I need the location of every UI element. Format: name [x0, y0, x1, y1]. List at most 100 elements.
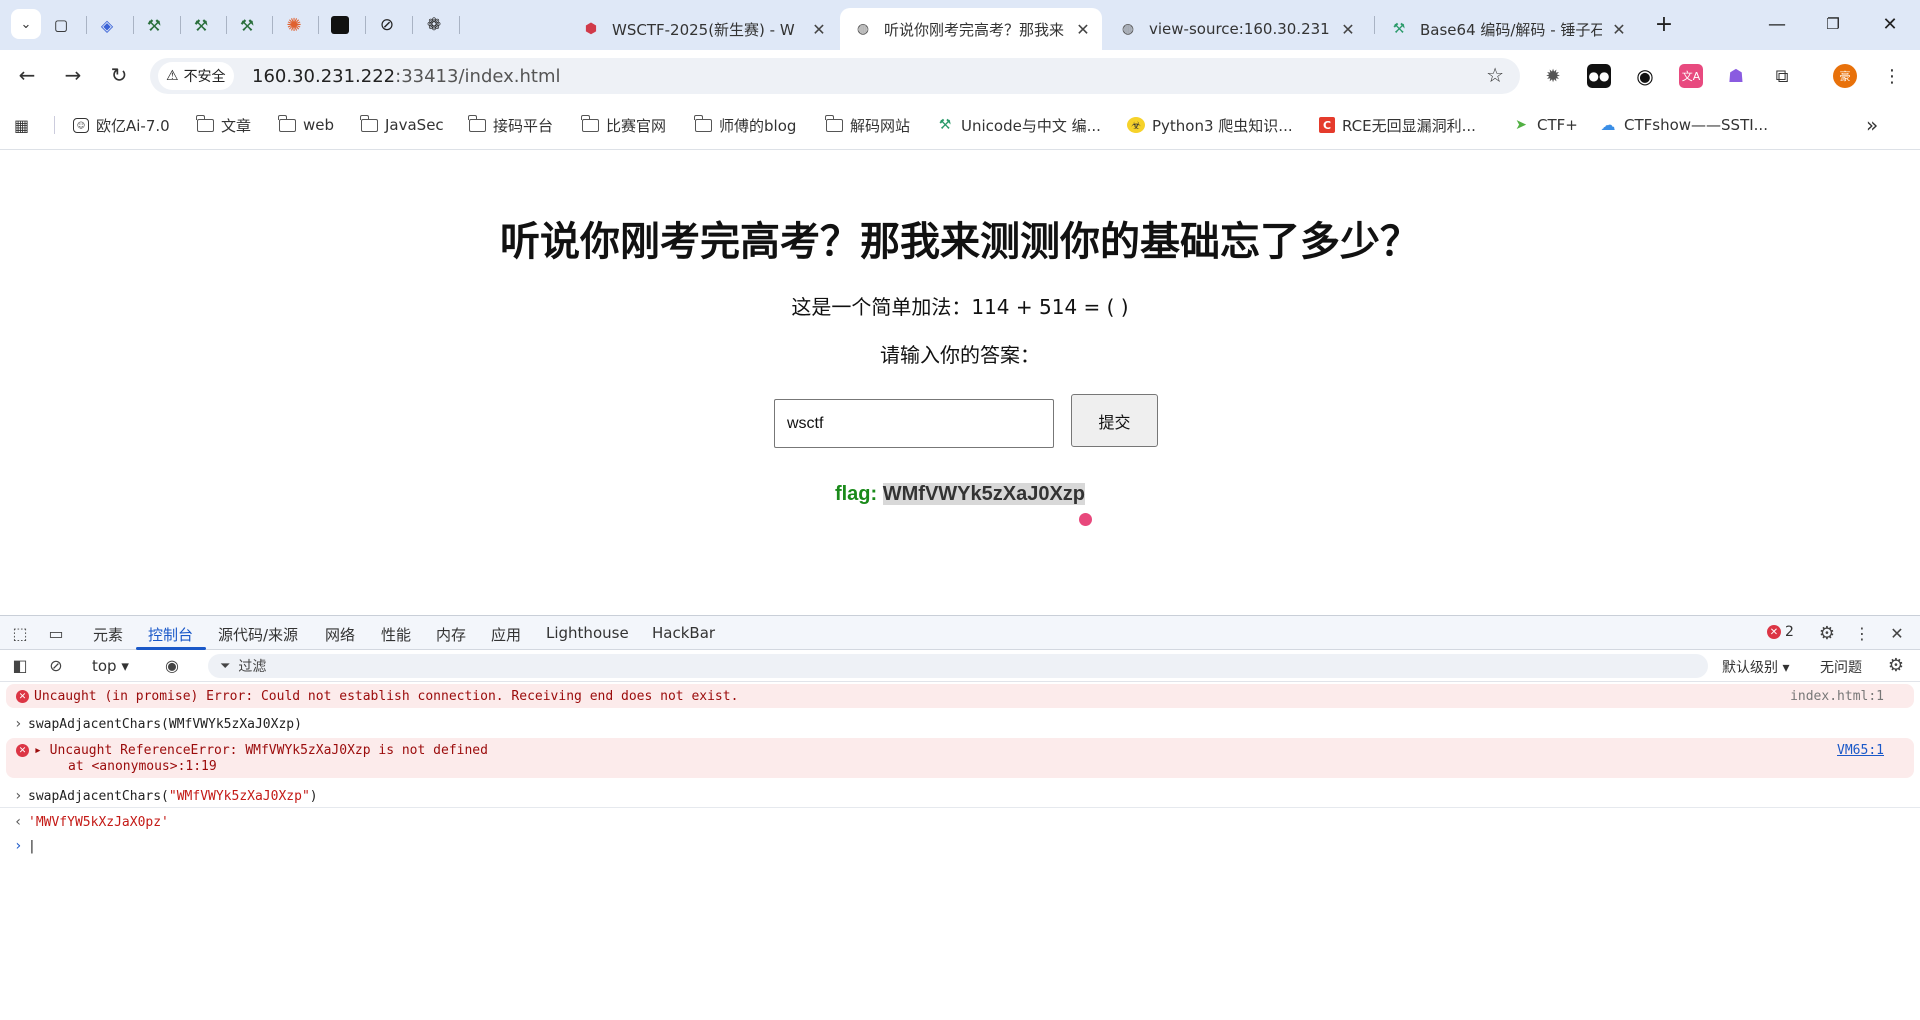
bookmark-item[interactable]: ⚒ Unicode与中文 编... — [936, 114, 1101, 136]
restore-button[interactable]: ❐ — [1813, 10, 1853, 38]
address-bar[interactable]: ⚠ 不安全 160.30.231.222:33413/index.html ☆ — [150, 58, 1520, 94]
close-icon[interactable]: ✕ — [1339, 20, 1357, 39]
tab-view-source[interactable]: ◍ view-source:160.30.231.2 ✕ — [1105, 8, 1367, 50]
pinned-tab-4[interactable]: ⚒ — [182, 9, 220, 41]
hammer-icon: ⚒ — [938, 117, 952, 133]
panda-extension-icon[interactable]: ●● — [1587, 64, 1611, 88]
eye-icon[interactable]: ◉ — [160, 654, 184, 676]
bookmark-item[interactable]: ☁ CTFshow——SSTI... — [1599, 114, 1768, 136]
bookmark-item[interactable]: ➤ CTF+ — [1512, 114, 1578, 136]
translate-extension-icon[interactable]: 文A — [1679, 64, 1703, 88]
bookmark-folder[interactable]: JavaSec — [359, 114, 444, 136]
console-filter-input[interactable]: ⏷ 过滤 — [208, 654, 1708, 678]
inspect-element-icon[interactable]: ⬚ — [8, 622, 32, 644]
devtools-tab-elements[interactable]: 元素 — [93, 624, 123, 645]
chevron-down-icon: ⌄ — [20, 16, 32, 32]
close-icon[interactable]: ✕ — [1074, 20, 1092, 39]
pinned-tab-9[interactable]: ❁ — [415, 9, 453, 41]
back-button[interactable]: ← — [12, 60, 42, 90]
more-vert-icon[interactable]: ⋮ — [1880, 64, 1904, 88]
page-content: 听说你刚考完高考？那我来测测你的基础忘了多少？ 这是一个简单加法：114 + 5… — [0, 151, 1920, 615]
devtools-tab-sources[interactable]: 源代码/来源 — [218, 624, 298, 645]
pinned-tab-2[interactable]: ◈ — [88, 9, 126, 41]
bookmark-folder[interactable]: 接码平台 — [467, 114, 553, 136]
pinned-tab-8[interactable]: ⊘ — [368, 9, 406, 41]
issues-indicator[interactable]: 无问题 — [1820, 657, 1862, 677]
filter-icon: ⏷ — [220, 658, 231, 674]
devtools-tab-performance[interactable]: 性能 — [381, 624, 411, 645]
console-settings-icon[interactable]: ⚙ — [1884, 654, 1908, 676]
more-vert-icon[interactable]: ⋮ — [1850, 622, 1874, 644]
console-stack-line: at <anonymous>:1:19 — [68, 759, 217, 774]
tab-wsctf[interactable]: ⬢ WSCTF-2025(新生赛) - W ✕ — [568, 8, 838, 50]
bug-extension-icon[interactable]: ✹ — [1541, 64, 1565, 88]
profile-avatar[interactable]: 豪 — [1833, 64, 1857, 88]
pinned-tab-7[interactable] — [321, 9, 359, 41]
bookmark-item[interactable]: ☺ 欧亿Ai-7.0 — [73, 114, 170, 136]
devtools-tab-lighthouse[interactable]: Lighthouse — [546, 624, 629, 642]
browser-toolbar: ← → ↻ ⚠ 不安全 160.30.231.222:33413/index.h… — [0, 50, 1920, 100]
tab-active-page[interactable]: ◍ 听说你刚考完高考？那我来 ✕ — [840, 8, 1102, 50]
console-result[interactable]: 'MWVfYW5kXzJaX0pz' — [28, 815, 169, 830]
bookmark-separator — [54, 116, 55, 134]
question-text: 这是一个简单加法：114 + 514 = ( ) — [791, 295, 1129, 319]
pinned-tab-5[interactable]: ⚒ — [228, 9, 266, 41]
devtools-tab-application[interactable]: 应用 — [491, 624, 521, 645]
bookmark-folder[interactable]: 比赛官网 — [580, 114, 666, 136]
close-icon[interactable]: ✕ — [810, 20, 828, 39]
arrow-left-icon: ← — [18, 63, 36, 87]
sidebar-toggle-icon[interactable]: ◧ — [8, 654, 32, 676]
devtools-tab-network[interactable]: 网络 — [325, 624, 355, 645]
bookmark-folder[interactable]: 文章 — [195, 114, 251, 136]
bookmark-item[interactable]: ☣ Python3 爬虫知识... — [1127, 114, 1293, 136]
apps-icon[interactable]: ▦ — [14, 114, 29, 136]
console-source-link[interactable]: index.html:1 — [1790, 689, 1884, 704]
console-prompt-row[interactable]: › | — [0, 834, 1920, 858]
devtools-tab-console[interactable]: 控制台 — [148, 624, 193, 645]
bookmarks-bar: ▦ ☺ 欧亿Ai-7.0 文章 web JavaSec 接码平台 比赛官网 师傅的… — [0, 100, 1920, 150]
bookmark-folder[interactable]: web — [277, 114, 334, 136]
clear-console-icon[interactable]: ⊘ — [44, 654, 68, 676]
arrow-right-icon: → — [64, 63, 82, 87]
url-text[interactable]: 160.30.231.222:33413/index.html — [252, 66, 561, 87]
close-icon[interactable]: ✕ — [1610, 20, 1628, 39]
answer-input[interactable] — [774, 399, 1054, 448]
submit-button[interactable]: 提交 — [1071, 394, 1158, 447]
bookmark-folder[interactable]: 师傅的blog — [693, 114, 796, 136]
security-label: 不安全 — [183, 69, 226, 85]
bookmark-folder[interactable]: 解码网站 — [824, 114, 910, 136]
forward-button[interactable]: → — [58, 60, 88, 90]
flag-value[interactable]: WMfVWYk5zXaJ0Xzp — [882, 483, 1086, 505]
pinned-tab-6[interactable]: ✺ — [275, 9, 313, 41]
bookmarks-overflow-button[interactable]: » — [1866, 113, 1878, 137]
pinned-tab-3[interactable]: ⚒ — [135, 9, 173, 41]
circle-extension-icon[interactable]: ◉ — [1633, 64, 1657, 88]
tab-search-button[interactable]: ⌄ — [11, 9, 41, 39]
console-source-link[interactable]: VM65:1 — [1837, 743, 1884, 758]
bookmark-item[interactable]: C RCE无回显漏洞利... — [1319, 114, 1476, 136]
folder-icon — [359, 114, 378, 133]
devtools-tab-hackbar[interactable]: HackBar — [652, 624, 715, 642]
minimize-icon: — — [1768, 13, 1786, 35]
security-chip[interactable]: ⚠ 不安全 — [158, 62, 234, 90]
tab-base64[interactable]: ⚒ Base64 编码/解码 - 锤子石 ✕ — [1376, 8, 1638, 50]
bookmark-star-icon[interactable]: ☆ — [1486, 63, 1504, 87]
error-count-badge[interactable]: ✕ 2 — [1767, 624, 1794, 640]
folder-icon — [277, 114, 296, 133]
close-icon[interactable]: ✕ — [1885, 622, 1909, 644]
new-tab-button[interactable]: + — [1644, 10, 1684, 38]
reload-button[interactable]: ↻ — [104, 60, 134, 90]
cat-extension-icon[interactable]: ☗ — [1724, 64, 1748, 88]
url-path: :33413/index.html — [395, 66, 561, 87]
pinned-tab-1[interactable]: ▢ — [42, 9, 80, 41]
close-window-button[interactable]: ✕ — [1870, 10, 1910, 38]
log-level-selector[interactable]: 默认级别 ▾ — [1722, 657, 1789, 677]
console-caret[interactable]: | — [28, 839, 36, 854]
devtools-tab-memory[interactable]: 内存 — [436, 624, 466, 645]
puzzle-icon[interactable]: ⧉ — [1770, 64, 1794, 88]
device-toolbar-icon[interactable]: ▭ — [44, 622, 68, 644]
context-selector[interactable]: top ▾ — [92, 657, 129, 675]
expand-triangle-icon[interactable]: ▸ — [34, 743, 42, 758]
settings-gear-icon[interactable]: ⚙ — [1815, 622, 1839, 644]
minimize-button[interactable]: — — [1757, 10, 1797, 38]
